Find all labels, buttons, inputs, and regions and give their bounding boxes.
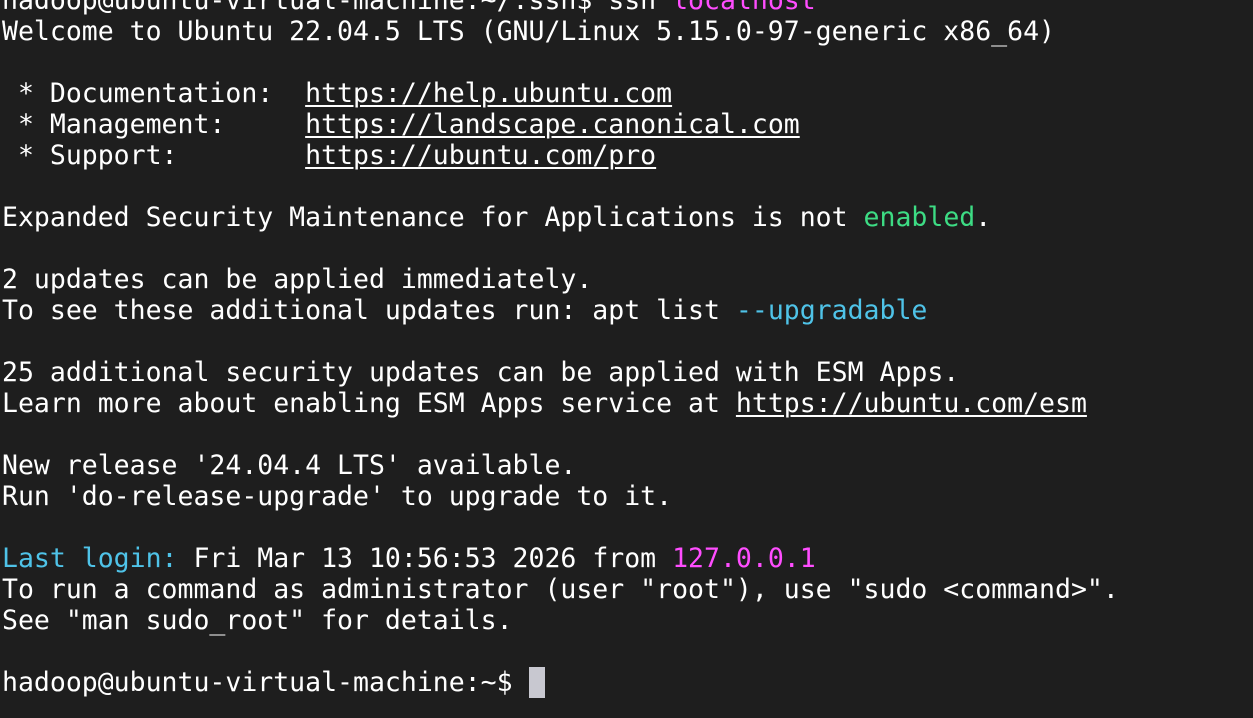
security-updates-line: 25 additional security updates can be ap…	[2, 357, 960, 388]
documentation-line: * Documentation: https://help.ubuntu.com	[2, 78, 1253, 109]
documentation-label: * Documentation:	[2, 78, 306, 109]
esm-text: Expanded Security Maintenance for Applic…	[2, 202, 864, 233]
updates-count-line: 2 updates can be applied immediately.	[2, 264, 593, 295]
esm-end: .	[975, 202, 992, 233]
management-label: * Management:	[2, 109, 306, 140]
last-login-time: Fri Mar 13 10:56:53 2026 from	[177, 543, 673, 574]
documentation-link[interactable]: https://help.ubuntu.com	[305, 78, 672, 109]
updates-command-prefix: To see these additional updates run: apt…	[2, 295, 736, 326]
new-release-line: New release '24.04.4 LTS' available.	[2, 450, 577, 481]
sudo-hint-line: To run a command as administrator (user …	[2, 574, 1119, 605]
last-login-label: Last login:	[2, 543, 178, 574]
final-prompt-line[interactable]: hadoop@ubuntu-virtual-machine:~$	[2, 667, 1253, 698]
learn-more-prefix: Learn more about enabling ESM Apps servi…	[2, 388, 736, 419]
shell-prompt: hadoop@ubuntu-virtual-machine:~/.ssh$	[2, 0, 609, 16]
esm-status-line: Expanded Security Maintenance for Applic…	[2, 202, 1253, 233]
command-text: ssh	[608, 0, 673, 16]
command-line: hadoop@ubuntu-virtual-machine:~/.ssh$ ss…	[2, 0, 1253, 16]
shell-prompt: hadoop@ubuntu-virtual-machine:~$	[2, 667, 529, 698]
run-upgrade-line: Run 'do-release-upgrade' to upgrade to i…	[2, 481, 673, 512]
last-login-ip: 127.0.0.1	[672, 543, 816, 574]
welcome-line: Welcome to Ubuntu 22.04.5 LTS (GNU/Linux…	[2, 16, 1055, 47]
management-line: * Management: https://landscape.canonica…	[2, 109, 1253, 140]
management-link[interactable]: https://landscape.canonical.com	[305, 109, 800, 140]
last-login-line: Last login: Fri Mar 13 10:56:53 2026 fro…	[2, 543, 1253, 574]
man-hint-line: See "man sudo_root" for details.	[2, 605, 513, 636]
updates-command-flag: --upgradable	[735, 295, 928, 326]
terminal-window[interactable]: hadoop@ubuntu-virtual-machine:~/.ssh$ ss…	[0, 0, 1253, 718]
command-host: localhost	[672, 0, 816, 16]
support-line: * Support: https://ubuntu.com/pro	[2, 140, 1253, 171]
support-link[interactable]: https://ubuntu.com/pro	[305, 140, 656, 171]
esm-status: enabled	[863, 202, 976, 233]
learn-more-line: Learn more about enabling ESM Apps servi…	[2, 388, 1253, 419]
esm-link[interactable]: https://ubuntu.com/esm	[736, 388, 1087, 419]
text-cursor	[528, 667, 545, 698]
updates-command-line: To see these additional updates run: apt…	[2, 295, 1253, 326]
support-label: * Support:	[2, 140, 306, 171]
